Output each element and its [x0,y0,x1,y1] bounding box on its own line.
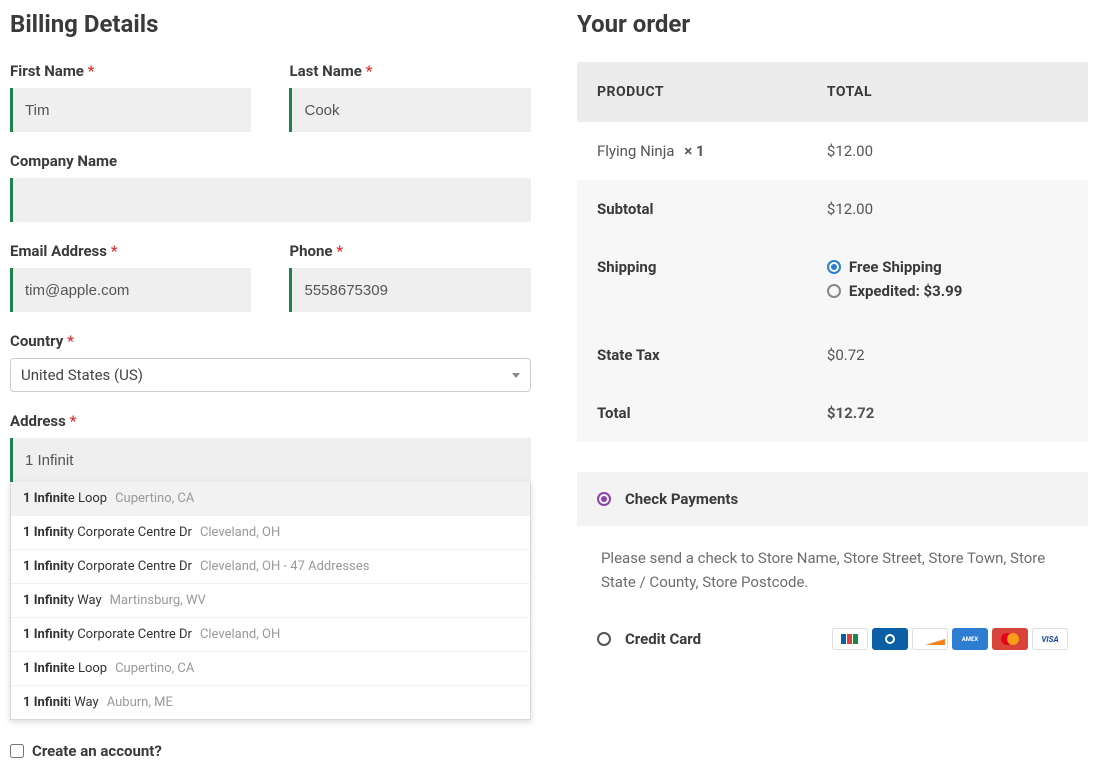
order-shipping-row: Shipping Free Shipping Expedited: $3.99 [577,238,1088,326]
required-mark: * [67,332,74,350]
last-name-label: Last Name * [289,62,530,80]
visa-card-icon: VISA [1032,628,1068,650]
autocomplete-item[interactable]: 1 Infinity Corporate Centre DrCleveland,… [11,516,530,550]
company-label: Company Name [10,152,531,170]
card-icons: AMEX VISA [832,628,1068,650]
first-name-input[interactable] [10,88,251,132]
subtotal-value: $12.00 [807,180,1088,238]
total-value: $12.72 [807,384,1088,442]
phone-label: Phone * [289,242,530,260]
billing-heading: Billing Details [10,10,531,38]
create-account-checkbox[interactable] [10,744,24,758]
diners-card-icon [872,628,908,650]
tax-label: State Tax [577,326,807,384]
phone-input[interactable] [289,268,530,312]
discover-card-icon [912,628,948,650]
required-mark: * [111,242,118,260]
jcb-card-icon [832,628,868,650]
shipping-option-label: Expedited: $3.99 [849,282,962,300]
order-table: PRODUCT TOTAL Flying Ninja × 1 $12.00 Su… [577,62,1088,442]
last-name-input[interactable] [289,88,530,132]
amex-card-icon: AMEX [952,628,988,650]
autocomplete-item[interactable]: 1 Infiniti WayAuburn, ME [11,686,530,719]
payment-check-label: Check Payments [625,490,738,508]
mastercard-card-icon [992,628,1028,650]
autocomplete-item[interactable]: 1 Infinite LoopCupertino, CA [11,482,530,516]
order-heading: Your order [577,10,1088,38]
create-account-label: Create an account? [32,742,162,760]
payment-cc-option[interactable]: Credit Card AMEX VISA [577,614,1088,664]
shipping-option[interactable]: Expedited: $3.99 [827,282,1068,300]
radio-checked-icon [827,260,841,274]
shipping-label: Shipping [577,238,807,326]
subtotal-label: Subtotal [577,180,807,238]
required-mark: * [70,412,77,430]
autocomplete-item[interactable]: 1 Infinite LoopCupertino, CA [11,652,530,686]
address-autocomplete: 1 Infinite LoopCupertino, CA1 Infinity C… [10,482,531,720]
total-label: Total [577,384,807,442]
email-label: Email Address * [10,242,251,260]
address-label: Address * [10,412,531,430]
product-qty: × 1 [684,142,704,160]
radio-checked-icon [597,492,611,506]
autocomplete-item[interactable]: 1 Infinity Corporate Centre DrCleveland,… [11,550,530,584]
order-product-row: Flying Ninja × 1 $12.00 [577,122,1088,180]
required-mark: * [366,62,373,80]
tax-value: $0.72 [807,326,1088,384]
product-name: Flying Ninja [597,142,675,160]
autocomplete-item[interactable]: 1 Infinity Corporate Centre DrCleveland,… [11,618,530,652]
order-total-row: Total $12.72 [577,384,1088,442]
company-input[interactable] [10,178,531,222]
required-mark: * [88,62,95,80]
payment-check-option[interactable]: Check Payments [577,472,1088,526]
col-product: PRODUCT [577,62,807,122]
order-subtotal-row: Subtotal $12.00 [577,180,1088,238]
radio-unchecked-icon [597,632,611,646]
country-label: Country * [10,332,531,350]
payment-check-body: Please send a check to Store Name, Store… [577,526,1088,614]
country-select[interactable]: United States (US) [10,358,531,392]
address-input[interactable] [10,438,531,482]
country-selected: United States (US) [21,366,143,384]
first-name-label: First Name * [10,62,251,80]
product-total: $12.00 [807,122,1088,180]
required-mark: * [336,242,343,260]
shipping-option-label: Free Shipping [849,258,942,276]
payment-cc-label: Credit Card [625,630,701,648]
email-input[interactable] [10,268,251,312]
shipping-option[interactable]: Free Shipping [827,258,1068,276]
order-tax-row: State Tax $0.72 [577,326,1088,384]
autocomplete-item[interactable]: 1 Infinity WayMartinsburg, WV [11,584,530,618]
radio-unchecked-icon [827,284,841,298]
col-total: TOTAL [807,62,1088,122]
chevron-down-icon [512,373,520,378]
